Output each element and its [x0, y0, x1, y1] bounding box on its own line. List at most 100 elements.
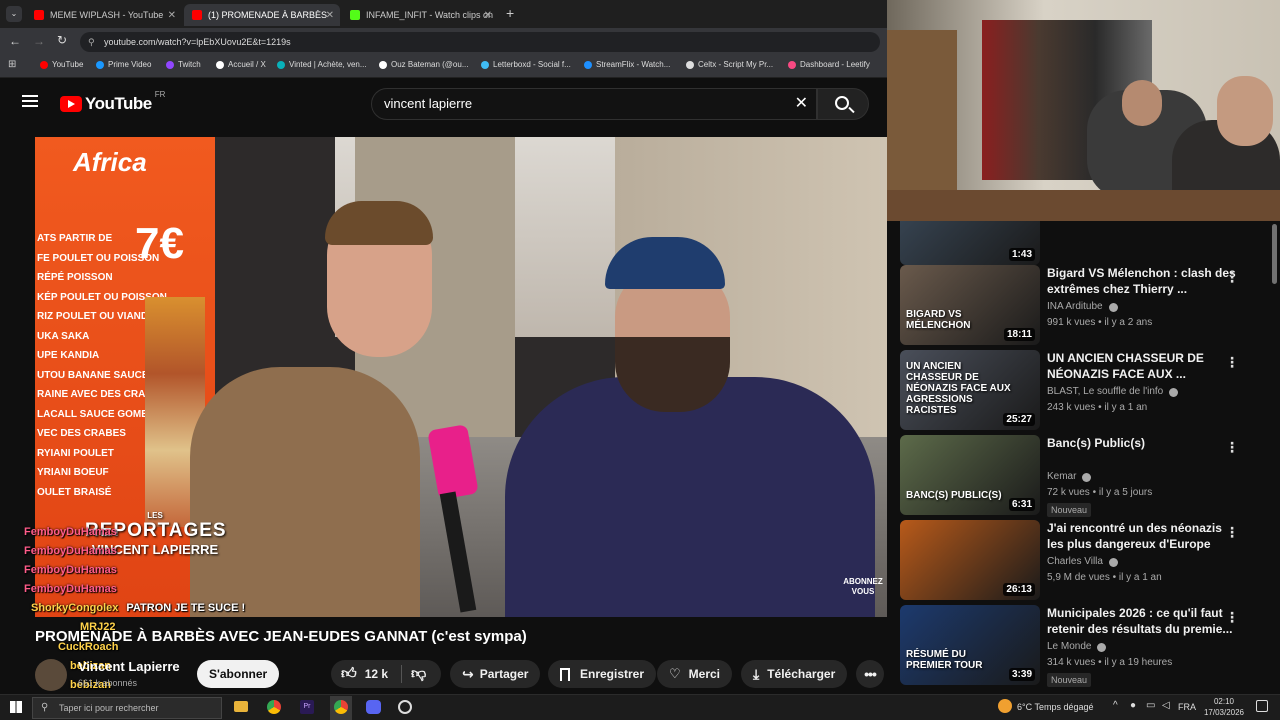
chat-message: FemboyDuHamas	[24, 564, 117, 576]
like-button[interactable]: 👍︎ 12 k	[331, 660, 401, 688]
bookmark-item[interactable]: StreamFlix - Watch...	[584, 60, 670, 69]
channel-name[interactable]: Vincent Lapierre	[78, 659, 180, 674]
discord-icon[interactable]	[366, 700, 381, 714]
taskbar-search-input[interactable]: ⚲ Taper ici pour rechercher	[32, 697, 222, 719]
notifications-icon[interactable]	[1256, 700, 1268, 712]
close-tab-icon[interactable]: ✕	[484, 10, 492, 21]
recommendation-channel[interactable]: Le Monde	[1047, 641, 1091, 652]
recommendation-title[interactable]: Banc(s) Public(s)	[1047, 435, 1237, 451]
tab-search-dropdown-icon[interactable]: ⌄	[6, 6, 22, 22]
video-duration: 18:11	[1003, 328, 1035, 341]
recommendation-thumbnail[interactable]: BANC(S) PUBLIC(S) 6:31	[900, 435, 1040, 515]
bookmark-item[interactable]: Ouz Bateman (@ou...	[379, 60, 469, 69]
tab-meme-wiplash[interactable]: MEME WIPLASH - YouTube ✕	[26, 4, 182, 26]
weather-text[interactable]: 6°C Temps dégagé	[1017, 702, 1093, 712]
verified-check-icon	[1109, 558, 1118, 567]
search-input[interactable]: vincent lapierre ✕	[371, 88, 817, 120]
bookmark-favicon-icon	[166, 60, 174, 69]
language-indicator[interactable]: FRA	[1178, 702, 1196, 712]
bookmark-label: Accueil / X	[228, 60, 266, 69]
download-button[interactable]: ⤓ Télécharger	[741, 660, 848, 688]
recommendation-thumbnail[interactable]: BIGARD VS MÉLENCHON 18:11	[900, 265, 1040, 345]
man-left-hair	[325, 201, 433, 245]
more-actions-button[interactable]: •••	[856, 660, 884, 688]
bookmark-item[interactable]: Celtx - Script My Pr...	[686, 60, 773, 69]
new-badge: Nouveau	[1047, 673, 1092, 687]
clear-search-icon[interactable]: ✕	[795, 89, 808, 119]
microphone-icon[interactable]: ●	[1130, 700, 1136, 711]
site-info-icon[interactable]: ⚲	[88, 32, 95, 52]
subscribe-button[interactable]: S'abonner	[197, 660, 280, 688]
recommendation-title[interactable]: Bigard VS Mélenchon : clash des extrêmes…	[1047, 265, 1237, 297]
more-options-icon[interactable]: ⋮	[1225, 354, 1239, 371]
chrome-active-icon[interactable]	[330, 696, 352, 720]
bookmark-item[interactable]: YouTube	[40, 60, 83, 69]
recommendation-channel[interactable]: Kemar	[1047, 471, 1076, 482]
bookmark-item[interactable]: Twitch	[166, 60, 201, 69]
recommendation-channel[interactable]: BLAST, Le souffle de l'info	[1047, 386, 1163, 397]
network-icon[interactable]: ▭	[1146, 700, 1155, 711]
tab-infame-infit[interactable]: INFAME_INFIT - Watch clips on ✕	[342, 4, 498, 26]
recommendation-thumbnail[interactable]: UN ANCIEN CHASSEUR DE NÉONAZIS FACE AUX …	[900, 350, 1040, 430]
hamburger-menu-icon[interactable]	[22, 95, 38, 107]
recommendation-thumbnail[interactable]: 26:13	[900, 520, 1040, 600]
recommendation-item[interactable]: RÉSUMÉ DU PREMIER TOUR 3:39 Municipales 20…	[900, 605, 1270, 687]
youtube-logo[interactable]: YouTube FR	[60, 90, 165, 114]
back-icon[interactable]: ←	[9, 34, 21, 48]
recommendation-item[interactable]: BIGARD VS MÉLENCHON 18:11 Bigard VS Mélenc…	[900, 265, 1270, 347]
more-options-icon[interactable]: ⋮	[1225, 609, 1239, 626]
bookmark-item[interactable]: Vinted | Achète, ven...	[277, 60, 367, 69]
share-button[interactable]: ↪ Partager	[450, 660, 541, 688]
new-tab-button[interactable]: +	[506, 5, 514, 21]
video-duration: 3:39	[1008, 668, 1035, 681]
recommendation-item[interactable]: BANC(S) PUBLIC(S) 6:31 Banc(s) Public(s) Ke…	[900, 435, 1270, 517]
windows-start-icon[interactable]	[10, 701, 22, 713]
dislike-button[interactable]: 👎︎	[402, 660, 426, 688]
close-tab-icon[interactable]: ✕	[168, 10, 176, 21]
video-player[interactable]: Africa 7€ ATS PARTIR DE FE POULET OU POIS…	[35, 137, 887, 617]
url-field[interactable]: ⚲ youtube.com/watch?v=lpEbXUovu2E&t=1219…	[80, 32, 880, 52]
recommendation-item[interactable]: UN ANCIEN CHASSEUR DE NÉONAZIS FACE AUX …	[900, 350, 1270, 432]
bookmark-item[interactable]: Dashboard - Leetify	[788, 60, 870, 69]
bookmark-item[interactable]: Accueil / X	[216, 60, 266, 69]
recommendation-title[interactable]: J'ai rencontré un des néonazis les plus …	[1047, 520, 1237, 552]
channel-avatar[interactable]	[35, 659, 67, 691]
bookmark-item[interactable]: Letterboxd - Social f...	[481, 60, 571, 69]
bookmark-item[interactable]: Prime Video	[96, 60, 151, 69]
search-icon: ⚲	[41, 702, 49, 713]
recommendation-title[interactable]: UN ANCIEN CHASSEUR DE NÉONAZIS FACE AUX …	[1047, 350, 1237, 382]
sign-menu-line: LACALL SAUCE GOMBO	[37, 408, 157, 420]
premiere-pro-icon[interactable]: Pr	[300, 700, 314, 714]
forward-icon[interactable]: →	[33, 34, 45, 48]
chrome-icon[interactable]	[267, 700, 281, 714]
recommendation-title[interactable]: Municipales 2026 : ce qu'il faut retenir…	[1047, 605, 1237, 637]
obs-icon[interactable]	[398, 700, 412, 714]
more-options-icon[interactable]: ⋮	[1225, 269, 1239, 286]
recommendation-channel[interactable]: Charles Villa	[1047, 556, 1103, 567]
search-button[interactable]	[817, 88, 869, 120]
tray-overflow-icon[interactable]: ^	[1113, 700, 1118, 711]
bookmarks-bar: ⊞ YouTube Prime Video Twitch Accueil / X Vin…	[0, 56, 887, 78]
close-tab-icon[interactable]: ✕	[326, 10, 334, 21]
reload-icon[interactable]: ↻	[57, 33, 67, 47]
verified-check-icon	[1082, 473, 1091, 482]
recommendation-thumbnail[interactable]: RÉSUMÉ DU PREMIER TOUR 3:39	[900, 605, 1040, 685]
recommendation-channel[interactable]: INA Arditube	[1047, 301, 1103, 312]
sign-menu-line: VEC DES CRABES	[37, 428, 126, 439]
more-options-icon[interactable]: ⋮	[1225, 439, 1239, 456]
apps-grid-icon[interactable]: ⊞	[8, 59, 16, 70]
recommendation-meta: 72 k vues • il y a 5 jours	[1047, 487, 1153, 498]
file-explorer-icon[interactable]	[234, 701, 248, 712]
recommendation-item[interactable]: 1:43129 k vues • il y a 17 ans	[900, 221, 1270, 267]
save-button[interactable]: Enregistrer	[548, 660, 657, 688]
recommendation-item[interactable]: 26:13 J'ai rencontré un des néonazis les …	[900, 520, 1270, 602]
volume-icon[interactable]: ◁	[1162, 700, 1170, 711]
tab-promenade-barbes[interactable]: (1) PROMENADE À BARBÈS ✕	[184, 4, 340, 26]
url-text: youtube.com/watch?v=lpEbXUovu2E&t=1219s	[104, 37, 291, 47]
clock[interactable]: 02:10 17/03/2026	[1198, 696, 1250, 718]
sidebar-scrollbar[interactable]	[1272, 224, 1277, 284]
more-options-icon[interactable]: ⋮	[1225, 524, 1239, 541]
recommendation-thumbnail[interactable]: 1:43	[900, 221, 1040, 265]
bookmark-label: Letterboxd - Social f...	[493, 60, 571, 69]
thanks-button[interactable]: ♡ Merci	[657, 660, 733, 688]
